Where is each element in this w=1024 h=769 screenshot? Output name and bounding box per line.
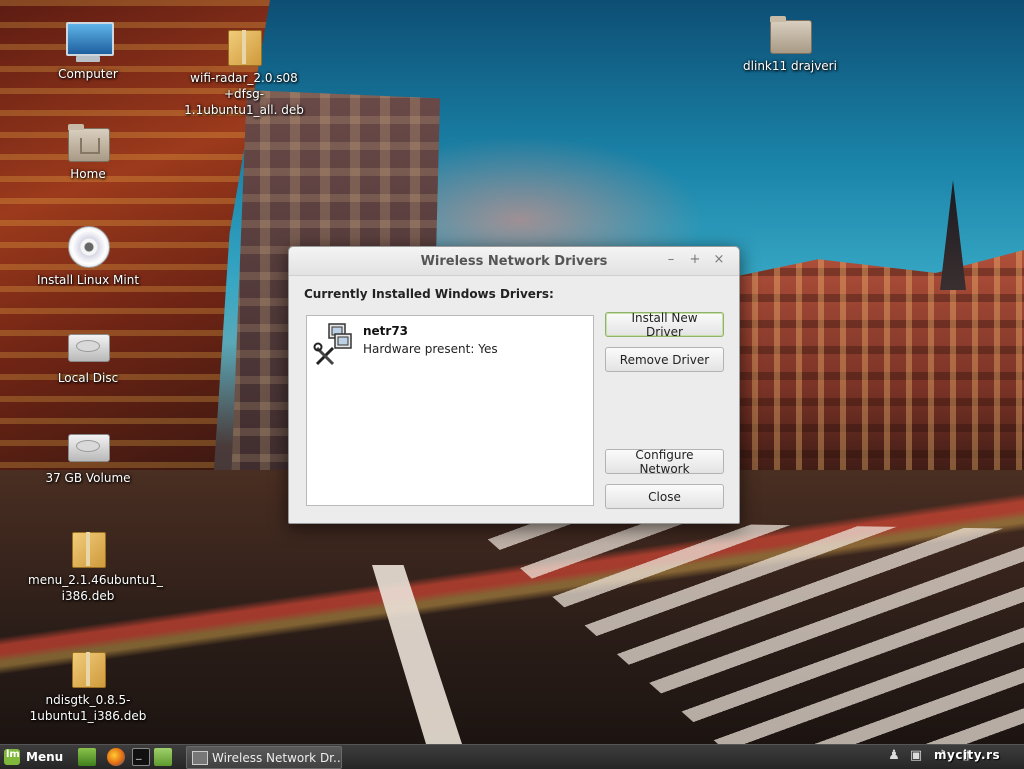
desktop-icon-computer[interactable]: Computer bbox=[18, 20, 158, 82]
drive-icon bbox=[64, 424, 112, 468]
minimize-button[interactable]: – bbox=[663, 252, 679, 268]
menu-label: Menu bbox=[26, 750, 64, 764]
watermark-text: mycity.rs bbox=[934, 748, 1001, 762]
package-icon bbox=[64, 646, 112, 690]
package-icon bbox=[220, 24, 268, 68]
desktop-icon-install-linux-mint[interactable]: Install Linux Mint bbox=[18, 226, 158, 288]
driver-status: Hardware present: Yes bbox=[363, 342, 498, 356]
installed-drivers-heading: Currently Installed Windows Drivers: bbox=[304, 287, 554, 301]
desktop-icon-local-disc[interactable]: Local Disc bbox=[18, 324, 158, 386]
user-icon[interactable]: ♟ bbox=[886, 748, 902, 764]
desktop-icon-label: dlink11 drajveri bbox=[743, 59, 837, 73]
firefox-icon[interactable] bbox=[107, 748, 125, 766]
close-window-button[interactable]: × bbox=[711, 252, 727, 268]
drive-icon bbox=[64, 324, 112, 368]
menu-button[interactable]: Menu bbox=[4, 747, 63, 767]
remove-driver-button[interactable]: Remove Driver bbox=[605, 347, 724, 372]
mint-logo-icon bbox=[4, 749, 20, 765]
desktop-icon-37gb-volume[interactable]: 37 GB Volume bbox=[18, 424, 158, 486]
desktop-icon-home[interactable]: Home bbox=[18, 120, 158, 182]
monitor-icon bbox=[64, 20, 114, 64]
desktop-icon-label: menu_2.1.46ubuntu1_ i386.deb bbox=[28, 573, 163, 603]
desktop-icon-menu-deb[interactable]: menu_2.1.46ubuntu1_ i386.deb bbox=[18, 526, 163, 604]
show-desktop-icon[interactable] bbox=[78, 748, 96, 766]
folder-icon bbox=[766, 12, 814, 56]
desktop-icon-label: 37 GB Volume bbox=[45, 471, 131, 485]
terminal-icon[interactable] bbox=[132, 747, 150, 766]
network-driver-icon bbox=[313, 323, 352, 366]
driver-list[interactable]: netr73 Hardware present: Yes bbox=[306, 315, 594, 506]
desktop-icon-label: ndisgtk_0.8.5- 1ubuntu1_i386.deb bbox=[29, 693, 147, 723]
desktop-icon-label: Home bbox=[70, 167, 106, 181]
home-folder-icon bbox=[64, 120, 112, 164]
taskbar-window-wireless-drivers[interactable]: Wireless Network Dr... bbox=[186, 746, 342, 769]
dialog-titlebar[interactable]: Wireless Network Drivers – + × bbox=[289, 247, 739, 276]
desktop-icon-label: wifi-radar_2.0.s08 +dfsg-1.1ubuntu1_all.… bbox=[184, 71, 304, 117]
maximize-button[interactable]: + bbox=[687, 252, 703, 268]
wallpaper-church-spire bbox=[940, 180, 966, 290]
install-new-driver-button[interactable]: Install New Driver bbox=[605, 311, 724, 339]
close-button[interactable]: Close bbox=[605, 484, 724, 509]
wireless-drivers-dialog: Wireless Network Drivers – + × Currently… bbox=[288, 246, 740, 524]
desktop-icon-wifi-radar-deb[interactable]: wifi-radar_2.0.s08 +dfsg-1.1ubuntu1_all.… bbox=[174, 24, 314, 118]
driver-list-item[interactable]: netr73 Hardware present: Yes bbox=[313, 322, 583, 366]
taskbar: Menu Wireless Network Dr... ♟ ▣ ♪ ▮ myci… bbox=[0, 744, 1024, 769]
window-icon bbox=[192, 750, 208, 765]
desktop-icon-dlink11-drajveri[interactable]: dlink11 drajveri bbox=[720, 12, 860, 74]
taskbar-window-label: Wireless Network Dr... bbox=[212, 750, 341, 765]
configure-network-button[interactable]: Configure Network bbox=[605, 448, 724, 476]
network-icon[interactable]: ▣ bbox=[908, 748, 924, 764]
desktop-icon-label: Install Linux Mint bbox=[36, 273, 140, 287]
desktop-icon-ndisgtk-deb[interactable]: ndisgtk_0.8.5- 1ubuntu1_i386.deb bbox=[18, 646, 158, 724]
driver-name: netr73 bbox=[363, 324, 409, 338]
desktop-icon-label: Computer bbox=[58, 67, 118, 81]
package-icon bbox=[64, 526, 112, 570]
desktop-icon-label: Local Disc bbox=[57, 371, 119, 385]
files-icon[interactable] bbox=[154, 748, 172, 766]
disc-icon bbox=[64, 226, 112, 270]
wallpaper-brick-building bbox=[730, 250, 1024, 480]
